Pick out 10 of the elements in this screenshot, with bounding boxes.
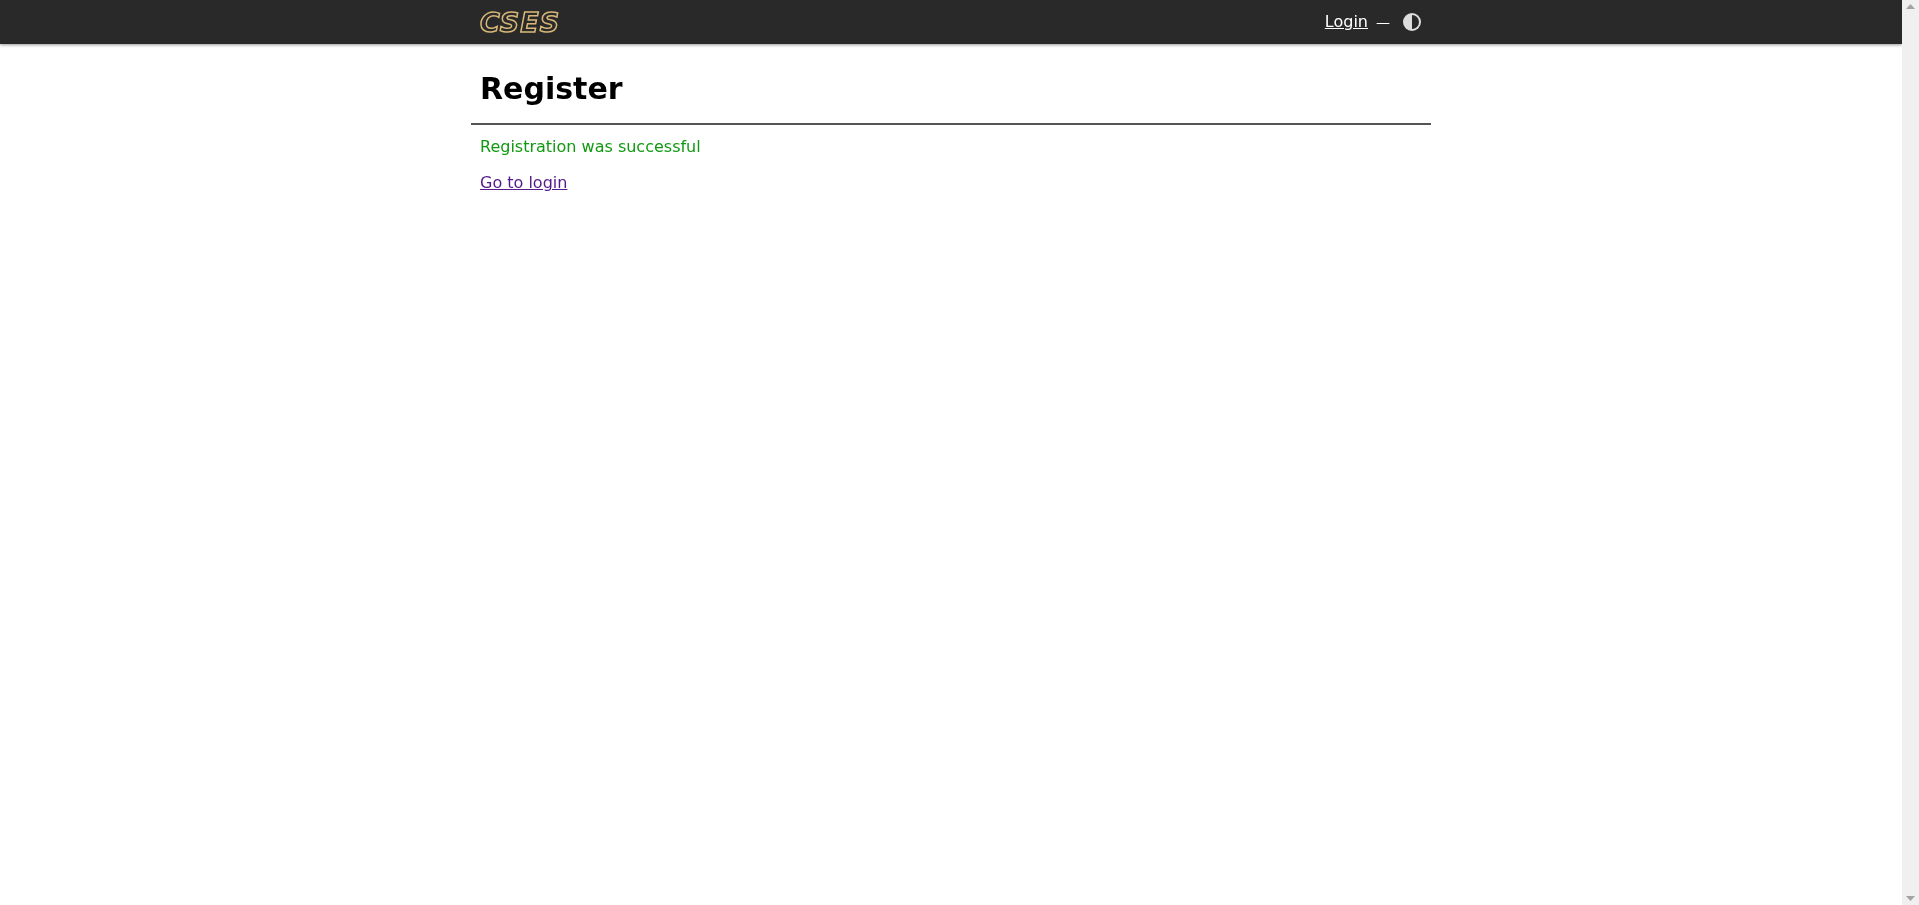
separator: — [1376,12,1390,32]
go-to-login-link[interactable]: Go to login [480,171,568,195]
scroll-down-icon[interactable] [1906,896,1915,901]
page-title: Register [479,70,624,108]
login-link[interactable]: Login [1324,10,1368,34]
contrast-icon[interactable] [1402,12,1422,32]
success-message: Registration was successful [479,136,702,158]
scroll-up-icon[interactable] [1906,4,1915,9]
site-logo[interactable]: CSES [480,8,561,36]
scrollbar[interactable] [1902,0,1919,905]
